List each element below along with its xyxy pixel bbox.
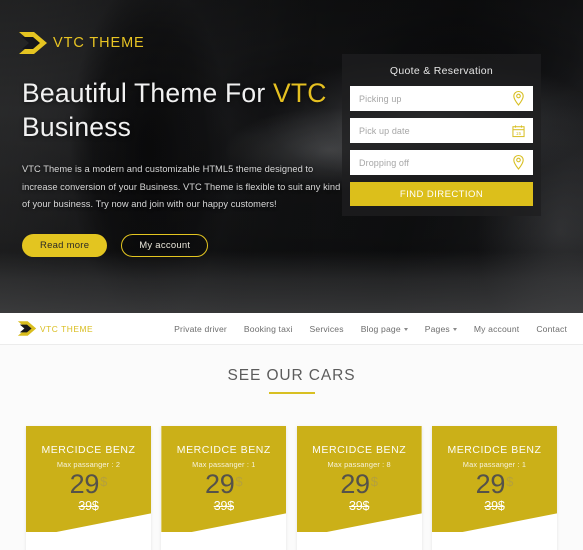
car-photo bbox=[296, 532, 422, 550]
pick-up-date-input[interactable] bbox=[350, 118, 533, 143]
main-navbar: VTC THEME Private driver Booking taxi Se… bbox=[0, 313, 583, 345]
hero-title-main: Beautiful Theme For bbox=[22, 78, 273, 108]
car-old-price: 39$ bbox=[484, 499, 505, 513]
section-title-underline bbox=[268, 392, 315, 394]
hero-logo[interactable]: VTC THEME bbox=[18, 30, 145, 56]
car-photo bbox=[26, 532, 151, 550]
car-old-price: 39$ bbox=[349, 499, 370, 513]
chevron-down-icon bbox=[452, 327, 457, 331]
car-price-value: 29 bbox=[340, 469, 370, 499]
car-name: MERCIDCE BENZ bbox=[176, 444, 271, 456]
car-card-header: MERCIDCE BENZ Max passanger : 8 29 $ 39$ bbox=[296, 426, 422, 538]
nav-item-label: Contact bbox=[536, 323, 567, 334]
picking-up-field[interactable] bbox=[350, 86, 533, 111]
nav-item-pages[interactable]: Pages bbox=[425, 324, 457, 334]
car-card-header: MERCIDCE BENZ Max passanger : 1 29 $ 39$ bbox=[161, 426, 287, 538]
chevron-arrow-logo-icon bbox=[18, 30, 48, 56]
calendar-day-label: 15 bbox=[516, 131, 522, 136]
dropping-off-input[interactable] bbox=[350, 150, 533, 175]
find-direction-button[interactable]: FIND DIRECTION bbox=[350, 182, 533, 206]
page-title: SEE OUR CARS bbox=[227, 367, 356, 384]
car-price-currency: $ bbox=[370, 474, 378, 489]
hero-ground-gradient bbox=[0, 251, 583, 313]
car-photo bbox=[161, 532, 287, 550]
car-price: 29 $ bbox=[297, 471, 422, 498]
booking-form-title: Quote & Reservation bbox=[389, 65, 494, 77]
calendar-icon: 15 bbox=[512, 123, 525, 138]
car-passengers: Max passanger : 8 bbox=[327, 460, 391, 469]
nav-item-booking-taxi[interactable]: Booking taxi bbox=[244, 324, 293, 334]
car-price: 29 $ bbox=[26, 471, 151, 498]
chevron-down-icon bbox=[403, 327, 408, 331]
map-pin-icon bbox=[512, 90, 525, 106]
nav-item-label: My account bbox=[473, 323, 520, 334]
car-price-value: 29 bbox=[475, 469, 506, 499]
car-card-header: MERCIDCE BENZ Max passanger : 2 29 $ 39$ bbox=[26, 426, 151, 538]
nav-item-label: Booking taxi bbox=[243, 323, 293, 334]
read-more-button[interactable]: Read more bbox=[22, 233, 108, 257]
car-name: MERCIDCE BENZ bbox=[41, 444, 136, 456]
car-price-value: 29 bbox=[204, 469, 235, 499]
dropping-off-field[interactable] bbox=[350, 150, 533, 175]
hero-section: VTC THEME Beautiful Theme For VTC Busine… bbox=[0, 0, 583, 313]
see-our-cars-section: SEE OUR CARS MERCIDCE BENZ Max passanger… bbox=[0, 345, 583, 550]
car-card[interactable]: MERCIDCE BENZ Max passanger : 8 29 $ 39$ bbox=[296, 426, 422, 550]
nav-item-label: Services bbox=[309, 323, 344, 334]
nav-item-services[interactable]: Services bbox=[310, 324, 344, 334]
map-pin-icon bbox=[512, 154, 525, 170]
car-photo bbox=[431, 532, 557, 550]
quote-reservation-form: Quote & Reservation Picking up Pick up d… bbox=[342, 54, 541, 216]
car-old-price: 39$ bbox=[78, 499, 99, 513]
picking-up-input[interactable] bbox=[350, 86, 533, 111]
car-price-currency: $ bbox=[100, 474, 108, 489]
nav-item-my-account[interactable]: My account bbox=[474, 324, 519, 334]
nav-item-private-driver[interactable]: Private driver bbox=[174, 324, 227, 334]
car-price: 29 $ bbox=[432, 471, 557, 498]
hero-title-accent: VTC bbox=[272, 78, 327, 108]
landing-page: VTC THEME Beautiful Theme For VTC Busine… bbox=[0, 0, 583, 550]
nav-item-label: Pages bbox=[424, 323, 450, 334]
car-price-value: 29 bbox=[69, 469, 100, 499]
car-card[interactable]: MERCIDCE BENZ Max passanger : 1 29 $ 39$ bbox=[431, 426, 557, 550]
car-passengers: Max passanger : 1 bbox=[192, 460, 256, 469]
nav-item-blog-page[interactable]: Blog page bbox=[361, 324, 408, 334]
car-card-row: MERCIDCE BENZ Max passanger : 2 29 $ 39$ bbox=[26, 426, 557, 550]
car-old-price: 39$ bbox=[213, 499, 234, 513]
car-card[interactable]: MERCIDCE BENZ Max passanger : 2 29 $ 39$ bbox=[26, 426, 151, 550]
hero-description: VTC Theme is a modern and customizable H… bbox=[22, 164, 341, 209]
hero-logo-text: VTC THEME bbox=[53, 35, 145, 51]
car-name: MERCIDCE BENZ bbox=[312, 444, 407, 456]
car-passengers: Max passanger : 1 bbox=[462, 460, 527, 469]
car-price: 29 $ bbox=[161, 471, 286, 498]
navbar-logo[interactable]: VTC THEME bbox=[17, 320, 93, 337]
hero-title: Beautiful Theme For VTC Business bbox=[22, 76, 344, 144]
chevron-arrow-logo-icon bbox=[17, 320, 37, 337]
nav-item-contact[interactable]: Contact bbox=[536, 324, 567, 334]
car-name: MERCIDCE BENZ bbox=[447, 444, 542, 456]
car-passengers: Max passanger : 2 bbox=[56, 460, 121, 469]
car-card[interactable]: MERCIDCE BENZ Max passanger : 1 29 $ 39$ bbox=[161, 426, 287, 550]
pick-up-date-field[interactable]: 15 bbox=[350, 118, 533, 143]
section-header: SEE OUR CARS bbox=[0, 367, 583, 394]
car-price-currency: $ bbox=[235, 474, 243, 489]
navbar-logo-text: VTC THEME bbox=[40, 323, 94, 334]
car-price-currency: $ bbox=[506, 474, 514, 489]
hero-actions: Read more My account bbox=[22, 233, 344, 257]
nav-item-label: Blog page bbox=[360, 323, 401, 334]
nav-item-label: Private driver bbox=[174, 323, 227, 334]
my-account-button[interactable]: My account bbox=[121, 233, 209, 257]
navbar-menu: Private driver Booking taxi Services Blo… bbox=[174, 324, 567, 334]
car-card-header: MERCIDCE BENZ Max passanger : 1 29 $ 39$ bbox=[431, 426, 557, 538]
hero-title-line2: Business bbox=[22, 112, 132, 142]
hero-copy: Beautiful Theme For VTC Business VTC The… bbox=[22, 76, 344, 257]
